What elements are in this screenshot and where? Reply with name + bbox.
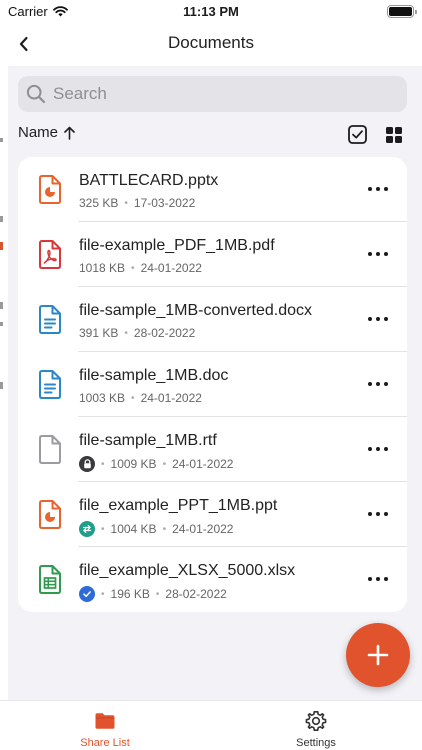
presentation-file-icon [39, 175, 61, 204]
separator: • [162, 458, 167, 470]
more-options-button[interactable] [366, 246, 390, 262]
more-icon [368, 577, 372, 581]
search-input[interactable] [53, 84, 373, 104]
sort-by-name-button[interactable]: Name [18, 124, 75, 141]
file-meta: • 1009 KB • 24-01-2022 [79, 456, 233, 472]
tab-settings[interactable]: Settings [246, 701, 386, 750]
document-file-icon [39, 305, 61, 334]
add-file-button[interactable] [346, 623, 410, 687]
file-list: BATTLECARD.pptx 325 KB • 17-03-2022 file-exa… [18, 157, 407, 612]
more-options-button[interactable] [366, 441, 390, 457]
file-row[interactable]: file-sample_1MB.doc 1003 KB • 24-01-2022 [18, 352, 407, 417]
more-options-button[interactable] [366, 571, 390, 587]
file-meta: 1003 KB • 24-01-2022 [79, 391, 202, 405]
separator: • [131, 392, 135, 404]
search-icon [26, 84, 46, 104]
check-icon [79, 586, 95, 602]
file-size: 1009 KB [110, 457, 157, 471]
tab-bar: Share List Settings [0, 700, 422, 750]
generic-file-icon [39, 435, 61, 464]
file-size: 1004 KB [110, 522, 157, 536]
battery-icon [387, 5, 417, 18]
more-options-button[interactable] [366, 506, 390, 522]
battery-level [389, 7, 412, 16]
more-icon [368, 317, 372, 321]
tab-share-list[interactable]: Share List [35, 701, 175, 750]
file-date: 17-03-2022 [133, 196, 196, 210]
file-meta: • 1004 KB • 24-01-2022 [79, 521, 233, 537]
separator: • [124, 197, 128, 209]
file-name: file-sample_1MB.rtf [79, 432, 217, 449]
file-name: file-sample_1MB.doc [79, 367, 229, 384]
file-name: file-example_PDF_1MB.pdf [79, 237, 275, 254]
file-meta: 1018 KB • 24-01-2022 [79, 261, 202, 275]
separator: • [155, 588, 160, 600]
file-size: 325 KB [79, 196, 119, 210]
document-file-icon [39, 370, 61, 399]
more-icon [368, 252, 372, 256]
file-name: file-sample_1MB-converted.docx [79, 302, 312, 319]
file-size: 391 KB [79, 326, 119, 340]
tab-share-list-label: Share List [80, 737, 130, 749]
file-row[interactable]: BATTLECARD.pptx 325 KB • 17-03-2022 [18, 157, 407, 222]
more-icon [368, 382, 372, 386]
status-bar: Carrier 11:13 PM [0, 0, 422, 24]
file-row[interactable]: file-sample_1MB.rtf • 1009 KB • 24-01-2022 [18, 417, 407, 482]
folder-icon [95, 713, 115, 729]
more-options-button[interactable] [366, 181, 390, 197]
file-meta: 325 KB • 17-03-2022 [79, 196, 195, 210]
gear-icon [305, 711, 327, 731]
separator: • [162, 523, 167, 535]
navigation-bar: Documents [0, 24, 422, 66]
plus-icon [367, 644, 389, 666]
file-size: 196 KB [110, 587, 150, 601]
lock-icon [79, 456, 95, 472]
file-name: file_example_PPT_1MB.ppt [79, 497, 278, 514]
presentation-file-icon [39, 500, 61, 529]
file-date: 24-01-2022 [172, 457, 234, 471]
grid-view-icon [386, 127, 393, 134]
page-title: Documents [168, 33, 254, 52]
clock: 11:13 PM [183, 4, 239, 19]
file-name: BATTLECARD.pptx [79, 172, 219, 189]
select-mode-button[interactable] [348, 125, 367, 144]
separator: • [101, 588, 105, 600]
more-icon [368, 187, 372, 191]
arrow-up-icon [64, 126, 75, 140]
file-row[interactable]: file_example_XLSX_5000.xlsx • 196 KB • 28-02… [18, 547, 407, 612]
underlying-sheet-edge [0, 66, 8, 700]
file-row[interactable]: file-sample_1MB-converted.docx 391 KB • 28-… [18, 287, 407, 352]
file-date: 28-02-2022 [133, 326, 196, 340]
tab-settings-label: Settings [296, 737, 336, 749]
file-date: 24-01-2022 [140, 391, 202, 405]
pdf-file-icon [39, 240, 61, 269]
more-options-button[interactable] [366, 311, 390, 327]
file-row[interactable]: file-example_PDF_1MB.pdf 1018 KB • 24-01-20… [18, 222, 407, 287]
sort-label: Name [18, 124, 59, 141]
more-icon [368, 447, 372, 451]
separator: • [124, 327, 128, 339]
file-meta: • 196 KB • 28-02-2022 [79, 586, 227, 602]
sort-toolbar: Name [18, 122, 407, 146]
file-meta: 391 KB • 28-02-2022 [79, 326, 195, 340]
file-date: 24-01-2022 [140, 261, 202, 275]
more-options-button[interactable] [366, 376, 390, 392]
file-name: file_example_XLSX_5000.xlsx [79, 562, 296, 579]
checkbox-icon [348, 125, 367, 144]
sync-icon [79, 521, 95, 537]
file-date: 28-02-2022 [165, 587, 227, 601]
spreadsheet-file-icon [39, 565, 61, 594]
separator: • [101, 458, 105, 470]
more-icon [368, 512, 372, 516]
file-size: 1003 KB [79, 391, 126, 405]
file-row[interactable]: file_example_PPT_1MB.ppt • 1004 KB • 24-01-2… [18, 482, 407, 547]
file-size: 1018 KB [79, 261, 126, 275]
grid-view-button[interactable] [386, 127, 402, 143]
separator: • [131, 262, 135, 274]
separator: • [101, 523, 105, 535]
search-bar[interactable] [18, 76, 407, 112]
file-date: 24-01-2022 [172, 522, 234, 536]
